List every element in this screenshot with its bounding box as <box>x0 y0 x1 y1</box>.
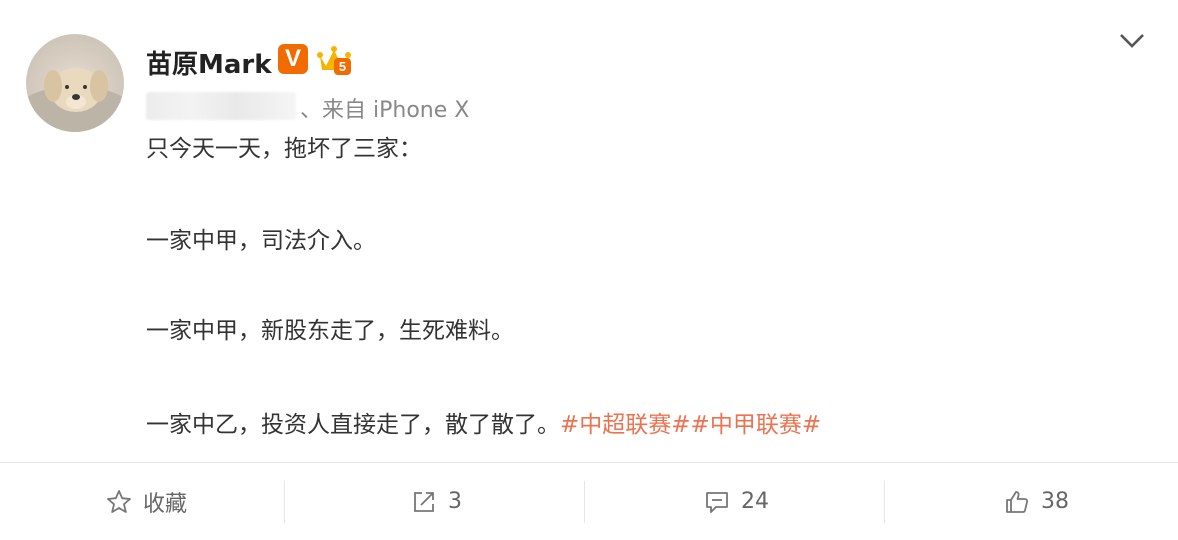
chevron-down-icon[interactable] <box>1118 30 1146 52</box>
comment-count: 24 <box>741 489 769 514</box>
timestamp-redacted <box>146 92 296 120</box>
member-crown-icon: 5 <box>317 46 351 75</box>
divider <box>884 481 885 523</box>
comment-button[interactable]: 24 <box>590 463 882 540</box>
post-text-line: 一家中甲，司法介入。 <box>146 228 376 254</box>
post-text-line: 只今天一天，拖坏了三家： <box>146 136 422 162</box>
repost-count: 3 <box>448 489 462 514</box>
favorite-button[interactable]: 收藏 <box>0 463 292 540</box>
thumbs-up-icon <box>1006 490 1029 513</box>
divider <box>584 481 585 523</box>
divider <box>284 481 285 523</box>
post-text-line-with-tags: 一家中乙，投资人直接走了，散了散了。#中超联赛##中甲联赛# <box>146 410 821 440</box>
post-source: 、来自 iPhone X <box>300 98 470 123</box>
author-name[interactable]: 苗原Mark <box>146 44 272 81</box>
level-badge: 5 <box>339 59 346 74</box>
post-text: 一家中乙，投资人直接走了，散了散了。 <box>146 412 560 438</box>
verified-badge: V <box>278 44 308 74</box>
repost-icon <box>414 491 434 512</box>
like-button[interactable]: 38 <box>890 463 1178 540</box>
favorite-label: 收藏 <box>142 491 187 517</box>
comment-icon <box>706 491 728 513</box>
post-text-line: 一家中甲，新股东走了，生死难料。 <box>146 318 514 344</box>
avatar[interactable] <box>26 34 124 132</box>
like-count: 38 <box>1041 489 1069 514</box>
hashtag-link[interactable]: #中甲联赛# <box>691 412 822 438</box>
repost-button[interactable]: 3 <box>290 463 582 540</box>
star-icon <box>107 489 131 513</box>
action-toolbar: 收藏 3 24 38 <box>0 463 1178 540</box>
hashtag-link[interactable]: #中超联赛# <box>560 412 691 438</box>
